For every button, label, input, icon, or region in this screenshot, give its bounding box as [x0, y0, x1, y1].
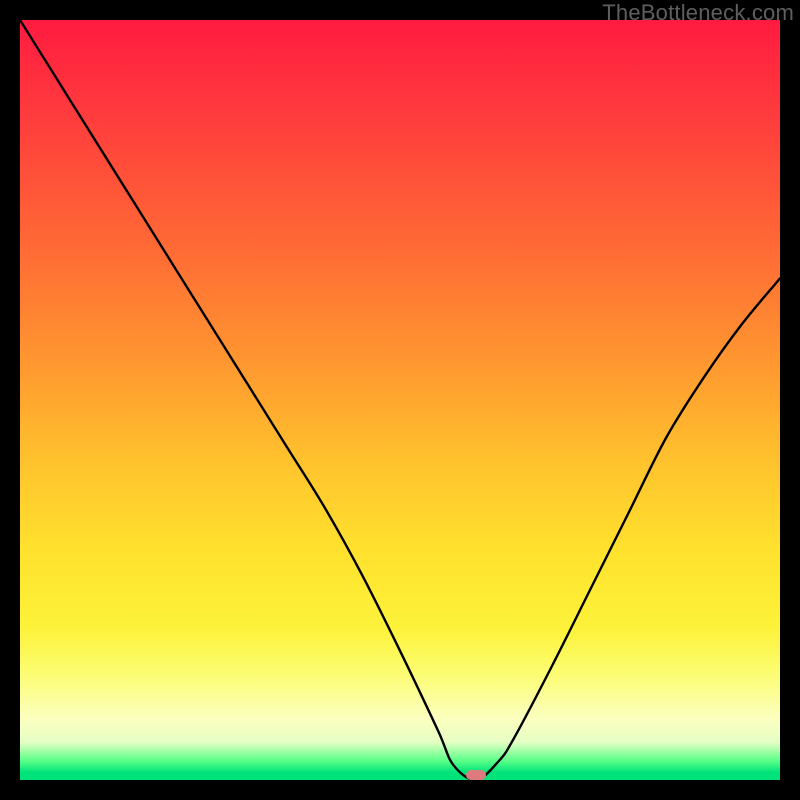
watermark-text: TheBottleneck.com: [602, 0, 794, 26]
plot-area: [20, 20, 780, 780]
minimum-marker: [466, 770, 486, 780]
chart-stage: TheBottleneck.com: [0, 0, 800, 800]
bottleneck-curve: [20, 20, 780, 780]
